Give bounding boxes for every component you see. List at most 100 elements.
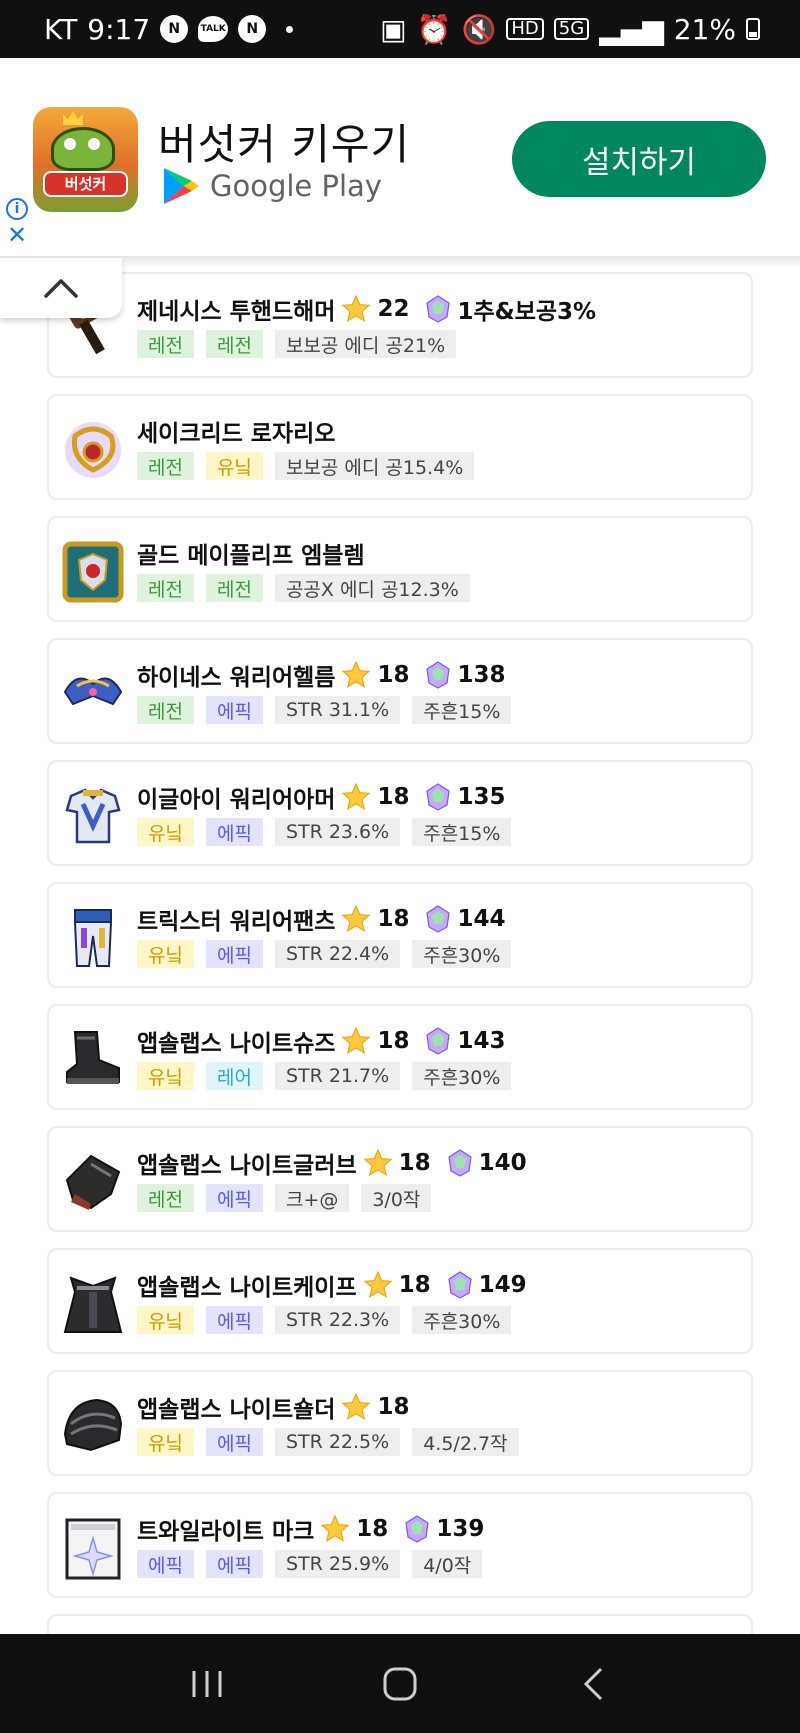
equipment-card[interactable]: 트와일라이트 마크 18 139 에픽 에픽 STR 25.9% 4/0작	[47, 1492, 753, 1598]
tag-stat: STR 22.3%	[274, 1306, 401, 1334]
tag-row: 레전 유닠 보보공 에디 공15.4%	[137, 452, 475, 480]
alarm-icon: ⏰	[416, 12, 452, 46]
tag-additional-grade: 에픽	[205, 1306, 263, 1334]
tag-stat: STR 31.1%	[274, 696, 401, 724]
star-count: 22	[377, 296, 410, 322]
collapse-ad-button[interactable]	[0, 258, 122, 318]
tag-scroll: 주흔15%	[412, 818, 512, 846]
recent-apps-button[interactable]	[177, 1654, 237, 1714]
status-right: ▣ ⏰ 🔇 HD 5G ▂▄▆ 21%	[380, 13, 760, 46]
crown-icon	[63, 111, 83, 125]
potential-value: 149	[478, 1272, 527, 1298]
google-play-badge: Google Play	[162, 166, 382, 206]
face-accessory-icon	[65, 1518, 121, 1580]
ad-close-icon[interactable]: ✕	[6, 223, 28, 247]
equipment-card[interactable]: 하이네스 워리어헬름 18 138 레전 에픽 STR 31.1% 주흔15%	[47, 638, 753, 744]
navigation-bar	[0, 1634, 800, 1733]
ad-banner[interactable]: 버섯커 버섯커 키우기 Google Play 설치하기 i ✕	[0, 58, 800, 258]
potential-gem-icon	[426, 295, 451, 323]
tag-additional-grade: 에픽	[205, 1428, 263, 1456]
screen: KT 9:17 N TALK N ▣ ⏰ 🔇 HD 5G ▂▄▆ 21% 버섯커…	[0, 0, 800, 1733]
star-force-icon	[342, 1026, 371, 1054]
star-force-icon	[363, 1270, 392, 1298]
app-name[interactable]: 버섯커 키우기	[158, 111, 410, 172]
tag-stat: STR 22.4%	[274, 940, 401, 968]
star-count: 18	[377, 662, 410, 688]
app-icon[interactable]: 버섯커	[33, 107, 138, 212]
status-bar: KT 9:17 N TALK N ▣ ⏰ 🔇 HD 5G ▂▄▆ 21%	[0, 0, 800, 58]
helmet-icon	[63, 677, 123, 706]
tag-potential-grade: 레전	[137, 1184, 194, 1212]
tag-stat: 보보공 에디 공21%	[274, 330, 457, 358]
star-count: 18	[377, 1028, 410, 1054]
star-force-icon	[342, 1392, 371, 1420]
tag-scroll: 주흔30%	[412, 1062, 512, 1090]
tag-row: 유닠 레어 STR 21.7% 주흔30%	[137, 1062, 512, 1090]
equipment-card[interactable]: 골드 메이플리프 엠블렘 레전 레전 공공X 에디 공12.3%	[47, 516, 753, 622]
emblem-icon	[62, 541, 124, 603]
star-count: 18	[398, 1150, 431, 1176]
network-5g-icon: 5G	[553, 18, 590, 40]
tag-stat: 공공X 에디 공12.3%	[274, 574, 470, 602]
tag-stat: STR 22.5%	[274, 1428, 401, 1456]
item-title-row: 하이네스 워리어헬름 18 138	[137, 658, 505, 692]
mushroom-icon	[51, 127, 115, 171]
tag-potential-grade: 레전	[137, 696, 194, 724]
signal-icon: ▂▄▆	[599, 12, 664, 46]
tag-scroll: 주흔30%	[412, 1306, 512, 1334]
tag-scroll: 4.5/2.7작	[412, 1428, 519, 1456]
tag-additional-grade: 레어	[205, 1062, 263, 1090]
tag-potential-grade: 레전	[137, 330, 194, 358]
tag-scroll: 주흔30%	[412, 940, 512, 968]
item-name: 세이크리드 로자리오	[137, 421, 336, 447]
status-left: KT 9:17 N TALK N	[44, 13, 294, 46]
tag-potential-grade: 에픽	[137, 1550, 194, 1578]
store-name: Google Play	[210, 169, 382, 203]
star-count: 18	[398, 1272, 431, 1298]
equipment-card[interactable]: 세이크리드 로자리오 레전 유닠 보보공 에디 공15.4%	[47, 394, 753, 500]
tag-stat: STR 21.7%	[274, 1062, 401, 1090]
potential-gem-icon	[426, 783, 451, 811]
home-icon	[383, 1667, 417, 1700]
kakaotalk-notification-icon: TALK	[198, 16, 229, 42]
gloves-icon	[65, 1154, 121, 1210]
tag-potential-grade: 유닠	[137, 1428, 194, 1456]
equipment-card[interactable]: 앱솔랩스 나이트글러브 18 140 레전 에픽 크+@ 3/0작	[47, 1126, 753, 1232]
equipment-card[interactable]: 앱솔랩스 나이트케이프 18 149 유닠 에픽 STR 22.3% 주흔30%	[47, 1248, 753, 1354]
item-name: 골드 메이플리프 엠블렘	[137, 543, 365, 569]
potential-value: 138	[457, 662, 506, 688]
item-name: 앱솔랩스 나이트숄더	[137, 1397, 336, 1423]
back-icon	[584, 1667, 603, 1700]
tag-row: 레전 레전 공공X 에디 공12.3%	[137, 574, 470, 602]
potential-gem-icon	[426, 661, 451, 689]
hd-voice-icon: HD	[506, 18, 544, 40]
equipment-card[interactable]: 앱솔랩스 나이트슈즈 18 143 유닠 레어 STR 21.7% 주흔30%	[47, 1004, 753, 1110]
tag-stat: 크+@	[274, 1184, 350, 1212]
shoes-icon	[66, 1031, 120, 1084]
star-force-icon	[342, 782, 371, 810]
equipment-card[interactable]: 트릭스터 워리어팬츠 18 144 유닠 에픽 STR 22.4% 주흔30%	[47, 882, 753, 988]
naver-notification-icon-2: N	[238, 15, 267, 43]
ad-info-icon[interactable]: i	[6, 198, 28, 220]
tag-additional-grade: 레전	[205, 330, 263, 358]
star-force-icon	[342, 904, 371, 932]
back-button[interactable]	[563, 1654, 623, 1714]
item-title-row: 골드 메이플리프 엠블렘	[137, 536, 365, 570]
tag-potential-grade: 유닠	[137, 940, 194, 968]
equipment-card[interactable]: 제네시스 투핸드해머 22 1추&보공3% 레전 레전 보보공 에디 공21%	[47, 272, 753, 378]
home-button[interactable]	[370, 1654, 430, 1714]
tag-row: 유닠 에픽 STR 23.6% 주흔15%	[137, 818, 512, 846]
install-button[interactable]: 설치하기	[512, 121, 766, 197]
equipment-card[interactable]: 앱솔랩스 나이트숄더 18 유닠 에픽 STR 22.5% 4.5/2.7작	[47, 1370, 753, 1476]
tag-scroll: 3/0작	[361, 1184, 432, 1212]
item-title-row: 트와일라이트 마크 18 139	[137, 1512, 484, 1546]
item-name: 하이네스 워리어헬름	[137, 665, 336, 691]
star-force-icon	[320, 1514, 350, 1542]
tag-potential-grade: 유닠	[137, 1062, 194, 1090]
tag-stat: STR 25.9%	[274, 1550, 401, 1578]
more-notifications-icon	[286, 25, 294, 33]
tag-row: 레전 에픽 크+@ 3/0작	[137, 1184, 432, 1212]
tag-potential-grade: 유닠	[137, 1306, 194, 1334]
potential-value: 144	[457, 906, 506, 932]
equipment-card[interactable]: 이글아이 워리어아머 18 135 유닠 에픽 STR 23.6% 주흔15%	[47, 760, 753, 866]
